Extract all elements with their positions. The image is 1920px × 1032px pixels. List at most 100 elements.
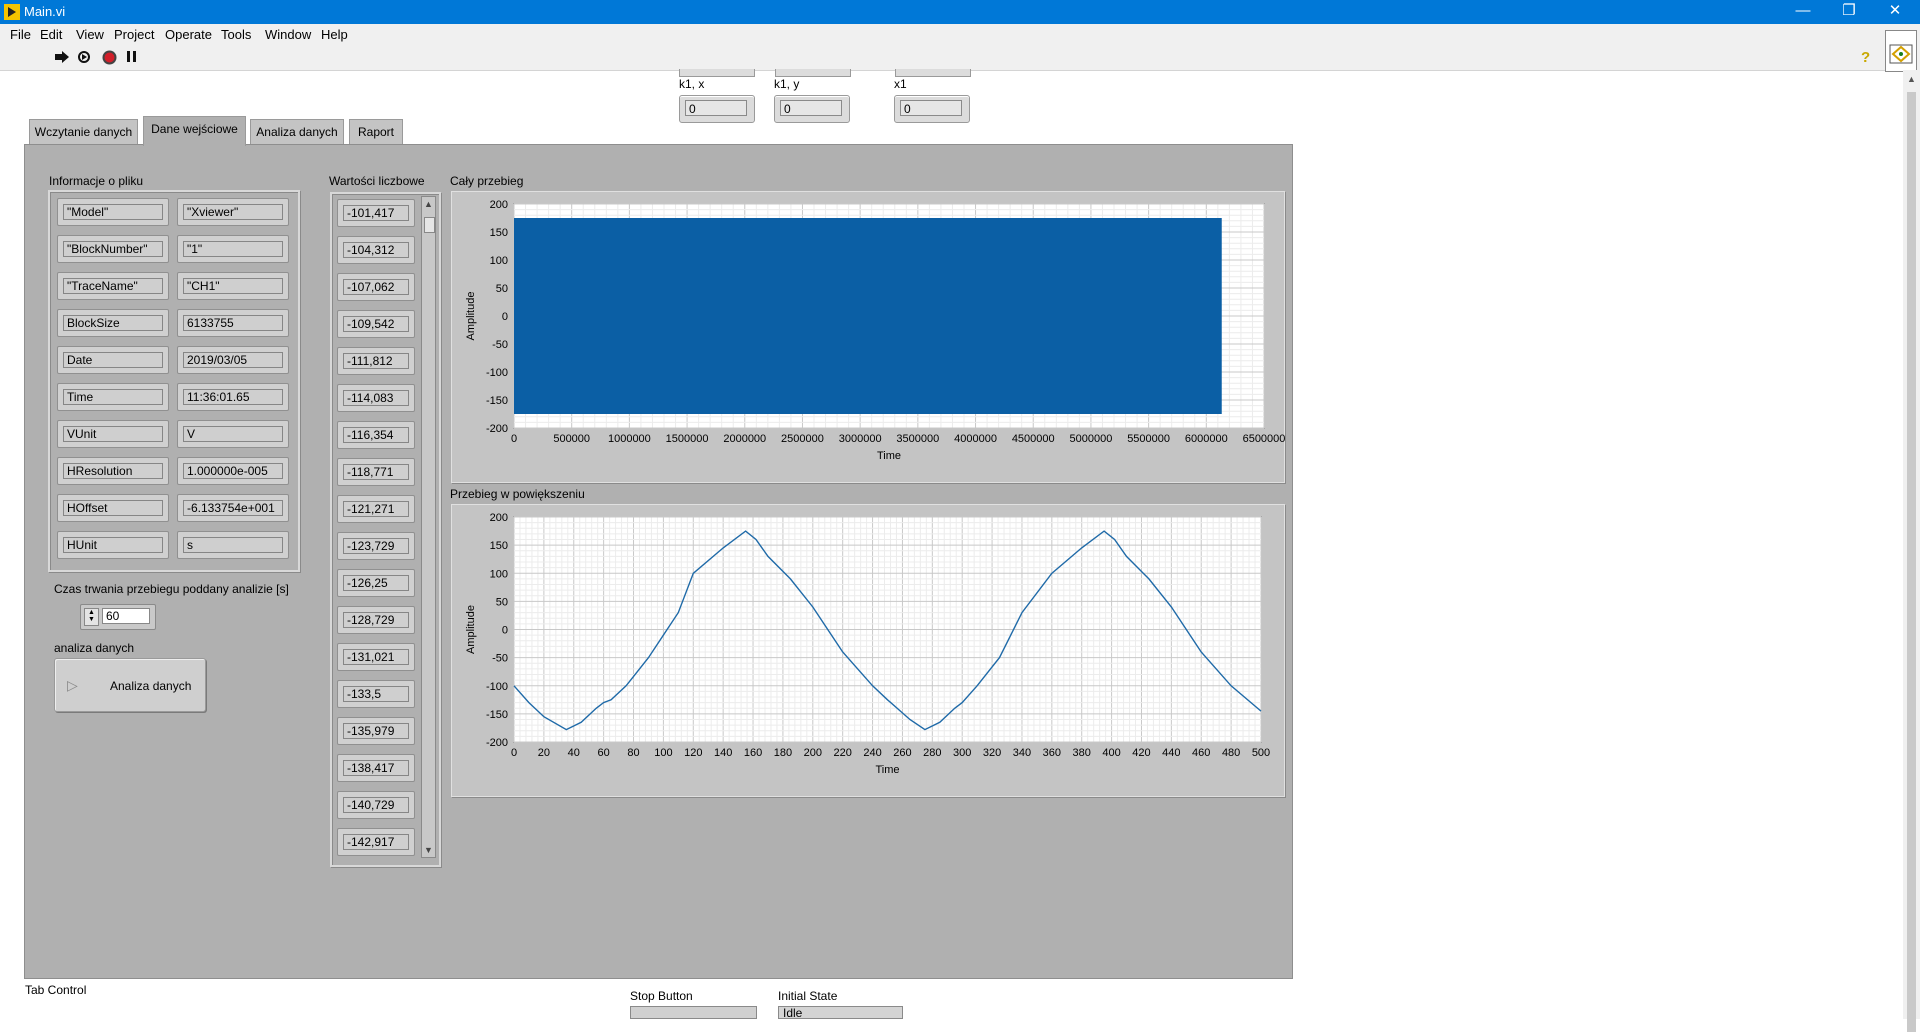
k1x-label: k1, x bbox=[679, 77, 705, 91]
array-element[interactable]: -118,771 bbox=[337, 458, 415, 486]
y-axis-label: Amplitude bbox=[465, 292, 477, 341]
x-tick-label: 280 bbox=[923, 747, 941, 759]
close-button[interactable]: ✕ bbox=[1872, 0, 1918, 24]
array-element-value[interactable]: -116,354 bbox=[343, 427, 409, 443]
file-info-key-cell: "Model" bbox=[57, 198, 169, 226]
file-info-key: "BlockNumber" bbox=[63, 241, 163, 257]
array-element[interactable]: -101,417 bbox=[337, 199, 415, 227]
increment-decrement-icon[interactable]: ▲ ▼ bbox=[84, 608, 99, 626]
full-waveform-graph[interactable]: 0 500000 1000000 1500000 2000000 2500000 30000… bbox=[451, 191, 1285, 483]
array-element-value[interactable]: -126,25 bbox=[343, 575, 409, 591]
y-tick-label: -150 bbox=[486, 395, 508, 407]
file-info-key: Time bbox=[63, 389, 163, 405]
title-bar: Main.vi — ❐ ✕ bbox=[0, 0, 1920, 24]
array-element-value[interactable]: -138,417 bbox=[343, 760, 409, 776]
x-tick-label: 380 bbox=[1073, 747, 1091, 759]
menu-edit[interactable]: Edit bbox=[40, 27, 62, 42]
file-info-value-cell: s bbox=[177, 531, 289, 559]
file-info-key: HResolution bbox=[63, 463, 163, 479]
k1x-value[interactable]: 0 bbox=[685, 100, 747, 116]
x1-control[interactable]: 0 bbox=[894, 95, 970, 123]
duration-control[interactable]: ▲ ▼ 60 bbox=[80, 604, 156, 630]
scroll-up-icon[interactable]: ▲ bbox=[424, 199, 433, 209]
array-element[interactable]: -109,542 bbox=[337, 310, 415, 338]
menu-window[interactable]: Window bbox=[265, 27, 311, 42]
file-info-key: "TraceName" bbox=[63, 278, 163, 294]
scrollbar-thumb[interactable] bbox=[1907, 92, 1916, 1032]
k1x-control[interactable]: 0 bbox=[679, 95, 755, 123]
file-info-key-cell: Date bbox=[57, 346, 169, 374]
array-element[interactable]: -123,729 bbox=[337, 532, 415, 560]
array-element[interactable]: -135,979 bbox=[337, 717, 415, 745]
x-tick-label: 40 bbox=[568, 747, 580, 759]
pause-icon[interactable] bbox=[126, 50, 138, 64]
array-element[interactable]: -107,062 bbox=[337, 273, 415, 301]
window-vertical-scrollbar[interactable]: ▲ bbox=[1903, 70, 1920, 1032]
array-scrollbar[interactable]: ▲ ▼ bbox=[421, 196, 436, 858]
array-element[interactable]: -131,021 bbox=[337, 643, 415, 671]
x-tick-label: 360 bbox=[1043, 747, 1061, 759]
array-element-value[interactable]: -104,312 bbox=[343, 242, 409, 258]
context-help-icon[interactable] bbox=[1885, 30, 1917, 72]
full-waveform-plot: 0 500000 1000000 1500000 2000000 2500000 30000… bbox=[465, 199, 1285, 462]
array-element[interactable]: -104,312 bbox=[337, 236, 415, 264]
array-element-value[interactable]: -131,021 bbox=[343, 649, 409, 665]
array-element-value[interactable]: -135,979 bbox=[343, 723, 409, 739]
array-element[interactable]: -133,5 bbox=[337, 680, 415, 708]
array-element[interactable]: -128,729 bbox=[337, 606, 415, 634]
array-element-value[interactable]: -111,812 bbox=[343, 353, 409, 369]
restore-button[interactable]: ❐ bbox=[1826, 0, 1872, 24]
array-element-value[interactable]: -123,729 bbox=[343, 538, 409, 554]
array-element-value[interactable]: -128,729 bbox=[343, 612, 409, 628]
abort-execution-icon[interactable] bbox=[102, 50, 117, 65]
menu-project[interactable]: Project bbox=[114, 27, 154, 42]
menu-file[interactable]: File bbox=[10, 27, 31, 42]
analyze-button[interactable]: ▷ Analiza danych bbox=[54, 658, 206, 712]
x-tick-label: 4500000 bbox=[1012, 433, 1055, 445]
array-element[interactable]: -111,812 bbox=[337, 347, 415, 375]
run-arrow-icon[interactable] bbox=[54, 50, 70, 64]
menu-view[interactable]: View bbox=[76, 27, 104, 42]
scroll-down-icon[interactable]: ▼ bbox=[424, 845, 433, 855]
array-element[interactable]: -121,271 bbox=[337, 495, 415, 523]
array-element-value[interactable]: -142,917 bbox=[343, 834, 409, 850]
array-element[interactable]: -142,917 bbox=[337, 828, 415, 856]
y-tick-label: -100 bbox=[486, 367, 508, 379]
tab-wczytanie-danych[interactable]: Wczytanie danych bbox=[29, 119, 138, 144]
scrollbar-thumb[interactable] bbox=[424, 217, 435, 233]
menu-operate[interactable]: Operate bbox=[165, 27, 212, 42]
array-element-value[interactable]: -107,062 bbox=[343, 279, 409, 295]
k1y-value[interactable]: 0 bbox=[780, 100, 842, 116]
tab-raport[interactable]: Raport bbox=[349, 119, 403, 144]
array-element-value[interactable]: -101,417 bbox=[343, 205, 409, 221]
menu-tools[interactable]: Tools bbox=[221, 27, 251, 42]
array-element[interactable]: -114,083 bbox=[337, 384, 415, 412]
array-element-value[interactable]: -121,271 bbox=[343, 501, 409, 517]
x-tick-label: 0 bbox=[511, 747, 517, 759]
file-info-key-cell: "TraceName" bbox=[57, 272, 169, 300]
array-element[interactable]: -126,25 bbox=[337, 569, 415, 597]
array-element[interactable]: -140,729 bbox=[337, 791, 415, 819]
duration-value[interactable]: 60 bbox=[102, 608, 150, 624]
array-element-value[interactable]: -109,542 bbox=[343, 316, 409, 332]
array-element-value[interactable]: -114,083 bbox=[343, 390, 409, 406]
stop-button[interactable] bbox=[630, 1006, 757, 1019]
k1y-control[interactable]: 0 bbox=[774, 95, 850, 123]
tab-dane-wejsciowe[interactable]: Dane wejściowe bbox=[143, 116, 246, 146]
file-info-value: 1.000000e-005 bbox=[183, 463, 283, 479]
array-element[interactable]: -116,354 bbox=[337, 421, 415, 449]
scroll-up-icon[interactable]: ▲ bbox=[1907, 74, 1916, 84]
array-element-value[interactable]: -140,729 bbox=[343, 797, 409, 813]
zoomed-waveform-graph[interactable]: 0 20 40 60 80 100 120 140 160 180 200 220 240 260 280 3… bbox=[451, 504, 1285, 797]
file-info-value: "1" bbox=[183, 241, 283, 257]
minimize-button[interactable]: — bbox=[1780, 0, 1826, 24]
help-icon[interactable]: ? bbox=[1861, 49, 1870, 66]
run-continuously-icon[interactable] bbox=[76, 50, 92, 64]
array-element-value[interactable]: -133,5 bbox=[343, 686, 409, 702]
x-tick-label: 500000 bbox=[553, 433, 590, 445]
x1-value[interactable]: 0 bbox=[900, 100, 962, 116]
array-element-value[interactable]: -118,771 bbox=[343, 464, 409, 480]
array-element[interactable]: -138,417 bbox=[337, 754, 415, 782]
tab-analiza-danych[interactable]: Analiza danych bbox=[250, 119, 344, 144]
menu-help[interactable]: Help bbox=[321, 27, 348, 42]
